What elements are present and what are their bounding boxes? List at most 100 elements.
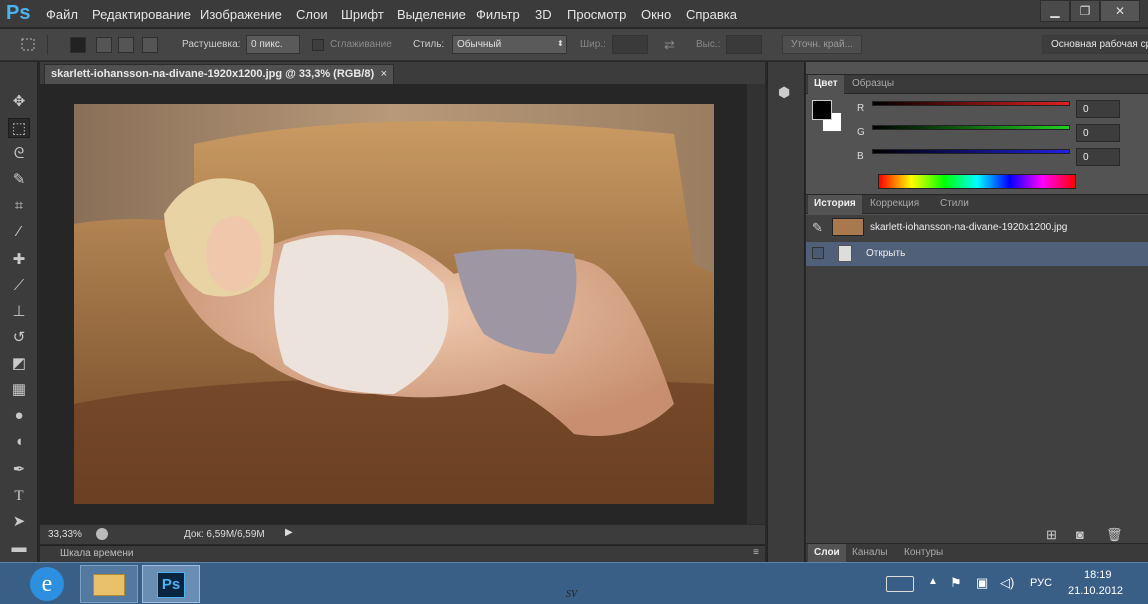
channel-r-slider[interactable] <box>872 101 1070 106</box>
shape-icon[interactable]: ▬ <box>8 538 30 558</box>
minimize-button[interactable]: ▁ <box>1040 0 1070 22</box>
tab-color[interactable]: Цвет <box>808 75 844 94</box>
marquee-icon[interactable]: ⬚ <box>8 118 30 138</box>
history-brush-icon[interactable]: ↺ <box>8 328 30 348</box>
restore-button[interactable]: ❐ <box>1070 0 1100 22</box>
menu-bar: Ps Файл Редактирование Изображение Слои … <box>0 0 1148 28</box>
vertical-scrollbar[interactable] <box>747 84 765 524</box>
internet-explorer-icon[interactable]: e <box>30 567 64 601</box>
tab-swatches[interactable]: Образцы <box>852 78 894 89</box>
channel-b-value[interactable]: 0 <box>1076 148 1120 166</box>
show-hidden-icons-icon[interactable]: ▲ <box>928 576 938 587</box>
swap-icon[interactable]: ⇄ <box>664 37 675 53</box>
camera-icon[interactable]: ◙ <box>1076 527 1084 542</box>
stamp-icon[interactable]: ⊥ <box>8 302 30 322</box>
status-icon[interactable] <box>96 528 108 540</box>
channel-b-slider[interactable] <box>872 149 1070 154</box>
refine-edge-button[interactable]: Уточн. край... <box>782 35 862 54</box>
document-icon <box>838 245 852 262</box>
healing-icon[interactable]: ✚ <box>8 250 30 270</box>
network-icon[interactable]: ▣ <box>976 575 988 591</box>
tab-paths[interactable]: Контуры <box>904 547 943 558</box>
pen-icon[interactable]: ✒ <box>8 460 30 480</box>
menu-type[interactable]: Шрифт <box>341 7 384 22</box>
width-input[interactable] <box>612 35 648 54</box>
crop-icon[interactable]: ⌗ <box>8 196 30 216</box>
menu-window[interactable]: Окно <box>641 7 671 22</box>
brush-icon[interactable]: ⟋ <box>8 276 30 296</box>
menu-help[interactable]: Справка <box>686 7 737 22</box>
menu-3d[interactable]: 3D <box>535 7 552 22</box>
explorer-taskbar-button[interactable] <box>80 565 138 603</box>
timeline-tab[interactable]: Шкала времени <box>60 548 133 559</box>
color-spectrum-bar[interactable] <box>878 174 1076 189</box>
tab-styles[interactable]: Стили <box>940 198 969 209</box>
workspace-button[interactable]: Основная рабочая ср <box>1042 35 1148 54</box>
add-selection-icon[interactable] <box>96 37 112 53</box>
new-document-from-state-icon[interactable]: ⊞ <box>1046 527 1057 543</box>
timeline-panel: Шкала времени ≡ <box>40 545 765 562</box>
document-tab[interactable]: skarlett-iohansson-na-divane-1920x1200.j… <box>44 64 394 84</box>
channel-b-label: B <box>857 151 864 162</box>
photoshop-taskbar-button[interactable]: Ps <box>142 565 200 603</box>
history-brush-source-icon[interactable]: ✎ <box>812 220 823 236</box>
menu-select[interactable]: Выделение <box>397 7 466 22</box>
tab-layers[interactable]: Слои <box>808 544 846 563</box>
menu-view[interactable]: Просмотр <box>567 7 626 22</box>
antialias-checkbox[interactable] <box>312 39 324 51</box>
clock-time[interactable]: 18:19 <box>1084 569 1112 581</box>
tab-adjustments[interactable]: Коррекция <box>870 198 919 209</box>
path-select-icon[interactable]: ➤ <box>8 512 30 532</box>
document-size: Док: 6,59M/6,59M <box>184 529 265 540</box>
channel-g-value[interactable]: 0 <box>1076 124 1120 142</box>
language-indicator[interactable]: РУС <box>1030 577 1052 589</box>
lasso-icon[interactable]: ᘓ <box>8 144 30 164</box>
trash-icon[interactable]: 🗑 <box>1106 527 1123 543</box>
zoom-level[interactable]: 33,33% <box>48 529 82 540</box>
foreground-swatch[interactable] <box>812 100 832 120</box>
history-state[interactable]: Открыть <box>806 242 1148 266</box>
3d-panel-icon[interactable]: ⬢ <box>778 84 790 101</box>
channel-r-value[interactable]: 0 <box>1076 100 1120 118</box>
quick-select-icon[interactable]: ✎ <box>8 170 30 190</box>
history-snapshot[interactable]: ✎ skarlett-iohansson-na-divane-1920x1200… <box>806 216 1148 240</box>
channel-g-slider[interactable] <box>872 125 1070 130</box>
menu-filter[interactable]: Фильтр <box>476 7 520 22</box>
history-source-checkbox[interactable] <box>812 247 824 259</box>
intersect-selection-icon[interactable] <box>142 37 158 53</box>
panel-menu-icon[interactable]: ≡ <box>753 547 759 558</box>
feather-input[interactable]: 0 пикс. <box>246 35 300 54</box>
gradient-icon[interactable]: ▦ <box>8 380 30 400</box>
move-icon[interactable]: ✥ <box>8 92 30 112</box>
blur-icon[interactable]: ● <box>8 406 30 426</box>
tab-history[interactable]: История <box>808 195 862 214</box>
watermark-text: SV <box>566 589 578 600</box>
subtract-selection-icon[interactable] <box>118 37 134 53</box>
dodge-icon[interactable]: ◖ <box>8 432 30 452</box>
menu-image[interactable]: Изображение <box>200 7 282 22</box>
eyedropper-icon[interactable]: ⁄ <box>8 222 30 242</box>
status-menu-arrow-icon[interactable]: ▶ <box>285 527 293 538</box>
keyboard-icon[interactable] <box>886 576 914 592</box>
tool-preset-picker[interactable] <box>8 35 48 55</box>
clock-date[interactable]: 21.10.2012 <box>1068 585 1123 597</box>
panel-dock-strip: ⬢ <box>767 62 805 562</box>
menu-edit[interactable]: Редактирование <box>92 7 191 22</box>
photoshop-icon: Ps <box>157 572 185 598</box>
eraser-icon[interactable]: ◩ <box>8 354 30 374</box>
tab-channels[interactable]: Каналы <box>852 547 888 558</box>
close-icon[interactable]: × <box>381 68 387 80</box>
tools-panel: ✥ ⬚ ᘓ ✎ ⌗ ⁄ ✚ ⟋ ⊥ ↺ ◩ ▦ ● ◖ ✒ T ➤ ▬ <box>0 62 38 562</box>
volume-icon[interactable]: ◁) <box>1000 575 1014 591</box>
menu-layers[interactable]: Слои <box>296 7 328 22</box>
new-selection-icon[interactable] <box>70 37 86 53</box>
document-image[interactable] <box>74 104 714 504</box>
height-input[interactable] <box>726 35 762 54</box>
type-icon[interactable]: T <box>8 486 30 506</box>
style-select[interactable]: Обычный <box>452 35 567 54</box>
menu-file[interactable]: Файл <box>46 7 78 22</box>
photoshop-logo: Ps <box>6 2 31 24</box>
channel-r-label: R <box>857 103 865 114</box>
action-center-icon[interactable]: ⚑ <box>950 575 962 591</box>
close-window-button[interactable]: ✕ <box>1100 0 1140 22</box>
